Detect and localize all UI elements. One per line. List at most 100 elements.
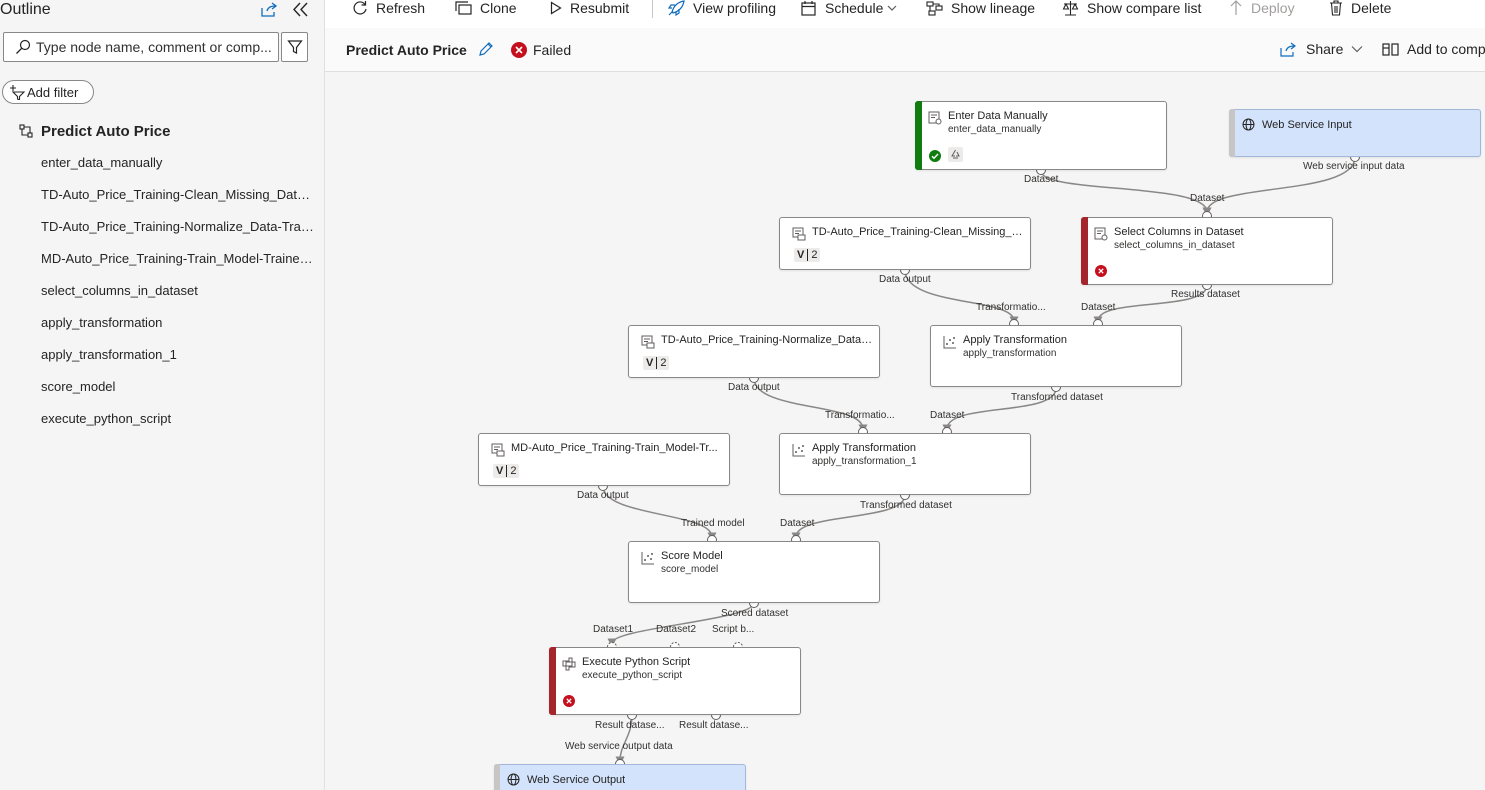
port-label: Data output <box>577 490 629 501</box>
transform-icon <box>792 443 806 462</box>
node-score-model[interactable]: Score Model score_model <box>628 541 880 603</box>
dataset-icon <box>1094 227 1108 246</box>
failed-icon <box>1095 264 1107 282</box>
arrow-up-icon <box>1230 0 1242 15</box>
node-execute-python-script[interactable]: Execute Python Script execute_python_scr… <box>549 647 801 715</box>
collapse-panel-icon[interactable] <box>290 0 310 18</box>
add-to-compare-button[interactable]: Add to comp <box>1382 41 1485 57</box>
node-title: Score Model <box>661 550 723 562</box>
pipeline-canvas[interactable]: Enter Data Manually enter_data_manually … <box>325 72 1485 790</box>
node-apply-transformation-1[interactable]: Apply Transformation apply_transformatio… <box>779 433 1031 495</box>
port-label: Dataset <box>930 410 965 421</box>
command-bar: Refresh Clone Resubmit View profiling Sc… <box>325 0 1485 28</box>
node-title: Apply Transformation <box>963 334 1067 346</box>
search-field[interactable] <box>3 32 279 62</box>
port-label: Dataset2 <box>656 624 697 635</box>
search-input[interactable] <box>36 38 274 56</box>
node-subtitle: score_model <box>661 564 719 575</box>
node-web-service-input[interactable]: Web Service Input <box>1229 109 1481 157</box>
reuse-icon <box>948 147 963 162</box>
calendar-icon <box>801 0 816 16</box>
port-label: Result datase... <box>679 720 749 731</box>
port-label: Transformed dataset <box>1011 392 1103 403</box>
version-number: 2 <box>811 249 818 261</box>
compare-icon <box>1382 42 1399 56</box>
node-web-service-output[interactable]: Web Service Output <box>494 764 746 790</box>
outline-item[interactable]: select_columns_in_dataset <box>41 282 317 314</box>
dataset-icon <box>928 111 942 130</box>
status-label: Failed <box>533 42 572 58</box>
node-title: TD-Auto_Price_Training-Normalize_Data-..… <box>661 334 873 346</box>
status-bar <box>1081 217 1088 285</box>
node-select-columns-in-dataset[interactable]: Select Columns in Dataset select_columns… <box>1081 217 1333 285</box>
port-label: Transformatio... <box>825 410 895 421</box>
pipeline-title: Predict Auto Price <box>346 42 467 58</box>
edit-icon[interactable] <box>478 41 494 62</box>
version-badge: V2 <box>794 248 821 262</box>
outline-item[interactable]: TD-Auto_Price_Training-Normalize_Data-Tr… <box>41 218 317 250</box>
outline-item[interactable]: execute_python_script <box>41 410 317 442</box>
failed-status-icon <box>511 42 527 58</box>
outline-item[interactable]: apply_transformation_1 <box>41 346 317 378</box>
delete-button[interactable]: Delete <box>1329 0 1391 16</box>
node-td-clean-missing-data[interactable]: TD-Auto_Price_Training-Clean_Missing_D..… <box>779 217 1031 270</box>
filter-button[interactable] <box>281 32 308 62</box>
deploy-button[interactable]: Deploy <box>1229 0 1295 16</box>
failed-icon <box>563 694 575 712</box>
refresh-button[interactable]: Refresh <box>352 0 425 16</box>
add-filter-button[interactable]: Add filter <box>2 80 94 104</box>
status-bar <box>915 101 922 170</box>
resubmit-label: Resubmit <box>570 0 630 16</box>
port-label: Transformed dataset <box>860 500 952 511</box>
add-to-compare-label: Add to comp <box>1407 41 1485 57</box>
port-label: Dataset <box>1081 302 1116 313</box>
status-bar <box>549 647 556 715</box>
node-enter-data-manually[interactable]: Enter Data Manually enter_data_manually <box>915 101 1167 170</box>
dataset-icon <box>641 335 655 354</box>
outline-item[interactable]: TD-Auto_Price_Training-Clean_Missing_Dat… <box>41 186 317 218</box>
outline-item[interactable]: apply_transformation <box>41 314 317 346</box>
port-label: Scored dataset <box>721 608 789 619</box>
outline-item[interactable]: enter_data_manually <box>41 154 317 186</box>
deploy-label: Deploy <box>1251 0 1295 16</box>
node-subtitle: execute_python_script <box>582 670 683 681</box>
success-icon <box>929 149 941 167</box>
version-badge: V2 <box>493 464 520 478</box>
clone-button[interactable]: Clone <box>455 0 517 16</box>
delete-label: Delete <box>1351 0 1392 16</box>
share-button[interactable]: Share <box>1280 41 1363 57</box>
refresh-label: Refresh <box>376 0 426 16</box>
transform-icon <box>943 335 957 354</box>
port-label: Dataset <box>780 518 815 529</box>
outline-item[interactable]: MD-Auto_Price_Training-Train_Model-Train… <box>41 250 317 282</box>
node-subtitle: select_columns_in_dataset <box>1114 240 1235 251</box>
pipeline-header: Predict Auto Price Failed Share Add to c… <box>325 28 1485 72</box>
node-td-normalize-data[interactable]: TD-Auto_Price_Training-Normalize_Data-..… <box>628 325 880 378</box>
share-icon <box>1280 42 1296 57</box>
show-lineage-button[interactable]: Show lineage <box>926 0 1035 16</box>
pipeline-edges <box>598 152 1360 769</box>
node-title: Enter Data Manually <box>948 110 1048 122</box>
tree-root-pipeline[interactable]: Predict Auto Price <box>19 120 170 142</box>
view-profiling-button[interactable]: View profiling <box>668 0 776 16</box>
port-label: Web service output data <box>565 741 673 752</box>
status-bar <box>1229 109 1235 157</box>
tree-root-label: Predict Auto Price <box>41 122 171 140</box>
run-status: Failed <box>511 42 571 58</box>
port-label: Result datase... <box>595 720 665 731</box>
version-number: 2 <box>510 465 517 477</box>
python-icon <box>562 657 576 676</box>
show-compare-list-button[interactable]: Show compare list <box>1062 0 1201 16</box>
node-apply-transformation[interactable]: Apply Transformation apply_transformatio… <box>930 325 1182 387</box>
chevron-down-icon <box>1351 46 1363 53</box>
pipeline-icon <box>19 124 33 138</box>
globe-icon <box>507 773 520 790</box>
model-icon <box>491 443 505 462</box>
port-label: Dataset <box>1190 193 1225 204</box>
resubmit-button[interactable]: Resubmit <box>550 0 629 16</box>
node-md-train-model[interactable]: MD-Auto_Price_Training-Train_Model-Tr...… <box>478 433 730 486</box>
version-badge: V2 <box>643 356 670 370</box>
schedule-button[interactable]: Schedule <box>801 0 897 16</box>
outline-item[interactable]: score_model <box>41 378 317 410</box>
share-outline-icon[interactable] <box>259 0 279 18</box>
